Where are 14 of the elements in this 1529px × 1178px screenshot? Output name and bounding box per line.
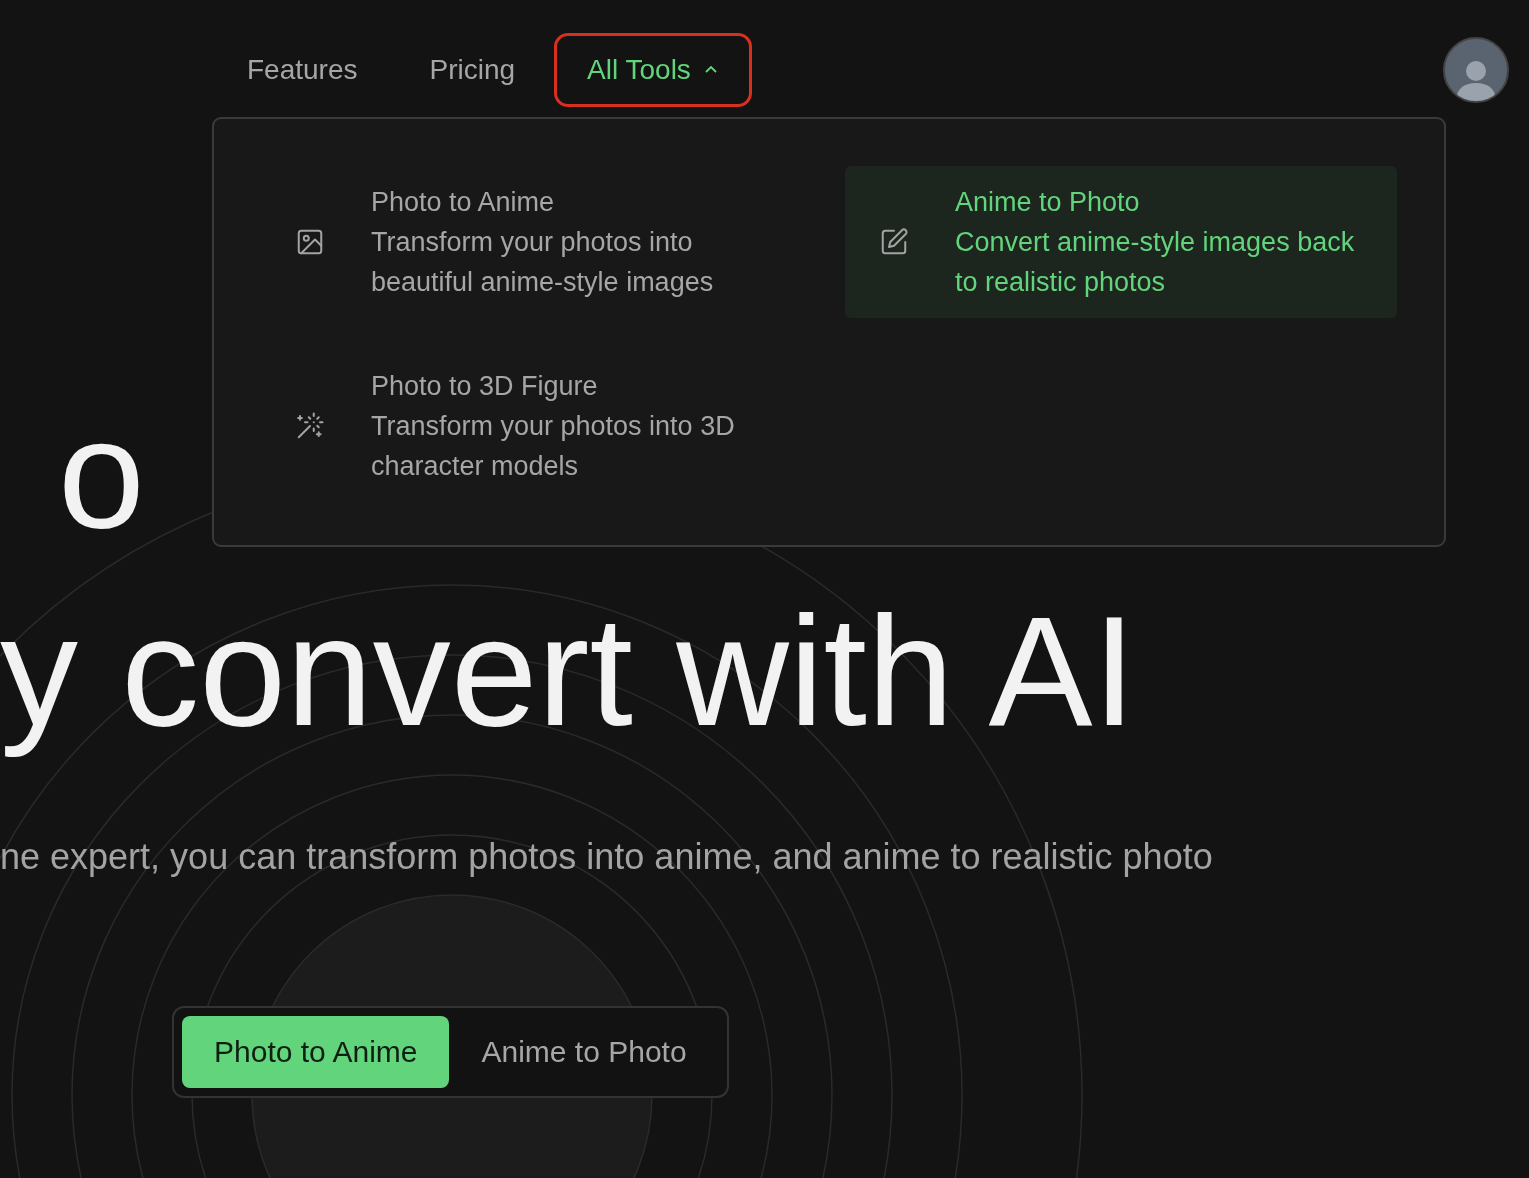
menu-item[interactable]: Photo to Anime Transform your photos into beautiful anime-style images — [261, 166, 813, 318]
nav-link[interactable]: All Tools — [554, 33, 752, 107]
menu-item[interactable]: Anime to Photo Convert anime-style images back to realistic photos — [845, 166, 1397, 318]
pencil-square-icon — [879, 227, 909, 257]
mode-option-button[interactable]: Anime to Photo — [449, 1016, 719, 1088]
picture-icon — [295, 227, 325, 257]
magic-wand-icon — [295, 411, 325, 441]
nav-link[interactable]: Pricing — [396, 33, 549, 107]
mode-option-button[interactable]: Photo to Anime — [182, 1016, 450, 1088]
menu-item[interactable]: Photo to 3D Figure Transform your photos into 3D character models — [261, 350, 813, 502]
hero-subtitle: ne expert, you can transform photos into anime, and anime to realistic photo — [0, 836, 1214, 878]
nav-link[interactable]: Features — [214, 33, 391, 107]
hero-heading: y convert with AI — [0, 583, 1136, 760]
hero-heading: o — [58, 398, 145, 548]
